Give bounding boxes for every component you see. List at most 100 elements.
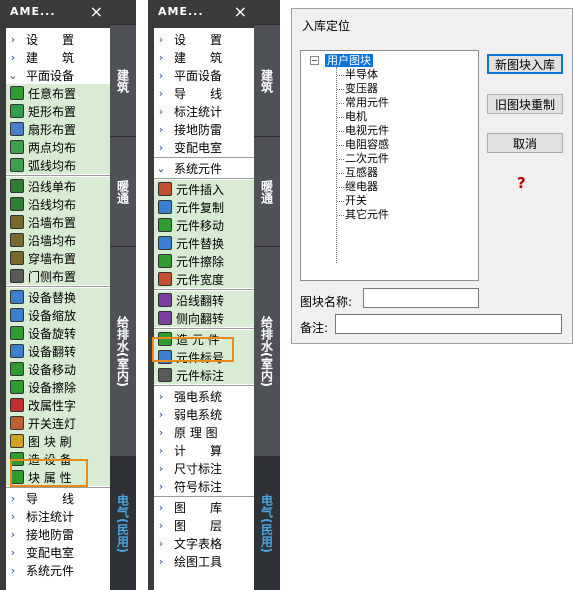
cancel-button[interactable]: 取消 <box>487 133 563 153</box>
menu-item[interactable]: › 导 线 <box>154 84 258 102</box>
tree-node[interactable]: 常用元件 <box>345 96 389 109</box>
tree-node[interactable]: 电视元件 <box>345 124 389 137</box>
menu-item[interactable]: 穿墙布置 <box>6 249 110 267</box>
discipline-tab[interactable]: 电气(民用) <box>110 456 136 590</box>
menu-item[interactable]: 设备替换 <box>6 288 110 306</box>
new-block-button[interactable]: 新图块入库 <box>487 54 563 74</box>
menu-item[interactable]: 图 块 刷 <box>6 432 110 450</box>
tool-icon <box>158 272 172 286</box>
block-library-dialog: 入库定位 − 用户图块 半导体 变压器 常用元件 电机 电视元件 电阻容感 二次元件 互感器继… <box>291 8 573 344</box>
tree-node[interactable]: 二次元件 <box>345 152 389 165</box>
menu-item[interactable]: 元件插入 <box>154 180 258 198</box>
tree-node[interactable]: 继电器 <box>345 180 378 193</box>
menu-item[interactable]: › 接地防雷 <box>154 120 258 138</box>
left-close-icon[interactable]: × <box>90 2 104 21</box>
menu-item[interactable]: ⌄ 平面设备 <box>6 66 110 84</box>
tree-node[interactable]: 开关 <box>345 194 367 207</box>
menu-item-label: 系统元件 <box>174 161 223 176</box>
tree-node[interactable]: 其它元件 <box>345 208 389 221</box>
menu-item[interactable]: › 尺寸标注 <box>154 459 258 477</box>
menu-item[interactable]: › 变配电室 <box>6 543 110 561</box>
chevron-right-icon: › <box>158 122 164 136</box>
menu-item[interactable]: › 设 置 <box>154 30 258 48</box>
menu-item[interactable]: 沿墙布置 <box>6 213 110 231</box>
discipline-tab[interactable]: 给排水(室内) <box>110 246 136 456</box>
menu-item[interactable]: › 设 置 <box>6 30 110 48</box>
menu-item[interactable]: › 标注统计 <box>154 102 258 120</box>
menu-item[interactable]: 元件宽度 <box>154 270 258 288</box>
menu-item[interactable]: 设备擦除 <box>6 378 110 396</box>
tree-node[interactable]: 电机 <box>345 110 367 123</box>
menu-item[interactable]: 元件移动 <box>154 216 258 234</box>
menu-item[interactable]: › 标注统计 <box>6 507 110 525</box>
tool-icon <box>10 326 24 340</box>
menu-item-label: 沿线翻转 <box>176 293 225 308</box>
menu-item[interactable]: 开关连灯 <box>6 414 110 432</box>
menu-item[interactable]: 门侧布置 <box>6 267 110 285</box>
menu-item[interactable]: › 计 算 <box>154 441 258 459</box>
menu-item[interactable]: 侧向翻转 <box>154 309 258 327</box>
menu-item[interactable]: › 变配电室 <box>154 138 258 156</box>
menu-item[interactable]: 矩形布置 <box>6 102 110 120</box>
menu-item[interactable]: 弧线均布 <box>6 156 110 174</box>
menu-item[interactable]: 任意布置 <box>6 84 110 102</box>
tree-collapse-icon[interactable]: − <box>310 56 319 65</box>
redefine-block-button[interactable]: 旧图块重制 <box>487 94 563 114</box>
menu-item[interactable]: 沿线均布 <box>6 195 110 213</box>
menu-item[interactable]: 设备旋转 <box>6 324 110 342</box>
block-name-input[interactable] <box>363 288 479 308</box>
right-panel-titlebar[interactable]: AME... × <box>148 0 254 24</box>
tree-root-node[interactable]: 用户图块 <box>325 54 373 67</box>
menu-item[interactable]: 元件替换 <box>154 234 258 252</box>
tree-node[interactable]: 电阻容感 <box>345 138 389 151</box>
tool-icon <box>10 122 24 136</box>
chevron-right-icon: › <box>158 536 164 550</box>
menu-item[interactable]: › 建 筑 <box>6 48 110 66</box>
menu-item[interactable]: 设备移动 <box>6 360 110 378</box>
menu-item[interactable]: › 建 筑 <box>154 48 258 66</box>
menu-item[interactable]: › 文字表格 <box>154 534 258 552</box>
menu-item-label: 绘图工具 <box>174 554 223 569</box>
menu-item[interactable]: › 强电系统 <box>154 387 258 405</box>
menu-item[interactable]: 沿墙均布 <box>6 231 110 249</box>
menu-item[interactable]: 设备缩放 <box>6 306 110 324</box>
menu-item[interactable]: 元件擦除 <box>154 252 258 270</box>
help-icon[interactable]: ? <box>517 174 526 192</box>
menu-item[interactable]: 沿线单布 <box>6 177 110 195</box>
tree-connector <box>337 159 344 160</box>
menu-item[interactable]: › 平面设备 <box>154 66 258 84</box>
menu-item[interactable]: 改属性字 <box>6 396 110 414</box>
menu-item[interactable]: 元件标注 <box>154 366 258 384</box>
menu-item[interactable]: 两点均布 <box>6 138 110 156</box>
left-panel-titlebar[interactable]: AME... × <box>0 0 110 24</box>
menu-item[interactable]: › 系统元件 <box>6 561 110 579</box>
discipline-tab[interactable]: 建筑 <box>254 24 280 136</box>
discipline-tab[interactable]: 暖通 <box>254 136 280 246</box>
menu-item[interactable]: 沿线翻转 <box>154 291 258 309</box>
menu-item[interactable]: › 符号标注 <box>154 477 258 495</box>
menu-item-label: 元件擦除 <box>176 254 225 269</box>
category-tree[interactable]: − 用户图块 半导体 变压器 常用元件 电机 电视元件 电阻容感 二次元件 互感器 继电器 开关其… <box>300 50 479 281</box>
discipline-tab[interactable]: 给排水(室内) <box>254 246 280 456</box>
menu-item[interactable]: › 原 理 图 <box>154 423 258 441</box>
discipline-tab[interactable]: 建筑 <box>110 24 136 136</box>
menu-item[interactable]: › 接地防雷 <box>6 525 110 543</box>
menu-item[interactable]: 元件复制 <box>154 198 258 216</box>
tree-node[interactable]: 互感器 <box>345 166 378 179</box>
menu-item[interactable]: › 导 线 <box>6 489 110 507</box>
tree-node[interactable]: 变压器 <box>345 82 378 95</box>
menu-item[interactable]: › 绘图工具 <box>154 552 258 570</box>
note-input[interactable] <box>335 314 562 334</box>
tree-node[interactable]: 半导体 <box>345 68 378 81</box>
menu-item[interactable]: › 弱电系统 <box>154 405 258 423</box>
right-discipline-tabs: 建筑 暖通 给排水(室内) 电气(民用) <box>254 24 280 590</box>
discipline-tab[interactable]: 暖通 <box>110 136 136 246</box>
menu-item[interactable]: › 图 库 <box>154 498 258 516</box>
right-close-icon[interactable]: × <box>234 2 248 21</box>
chevron-right-icon: › <box>158 68 164 82</box>
menu-item[interactable]: › 图 层 <box>154 516 258 534</box>
menu-item[interactable]: ⌄ 系统元件 <box>154 159 258 177</box>
menu-item[interactable]: 扇形布置 <box>6 120 110 138</box>
menu-item[interactable]: 设备翻转 <box>6 342 110 360</box>
discipline-tab[interactable]: 电气(民用) <box>254 456 280 590</box>
